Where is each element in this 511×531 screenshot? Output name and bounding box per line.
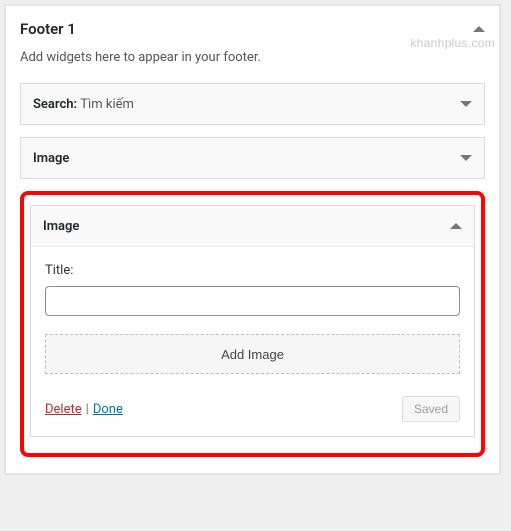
widget-image-open-title: Image — [43, 219, 79, 234]
footer-1-panel: Footer 1 Add widgets here to appear in y… — [5, 5, 500, 474]
widget-image-collapsed: Image — [20, 137, 485, 179]
panel-description: Add widgets here to appear in your foote… — [20, 50, 485, 65]
done-link[interactable]: Done — [93, 402, 123, 417]
add-image-button[interactable]: Add Image — [45, 334, 460, 374]
link-separator: | — [82, 402, 93, 417]
widget-image-open-body: Title: Add Image Delete|Done Saved — [31, 247, 474, 436]
widget-image-open: Image Title: Add Image Delete|Done Saved — [30, 205, 475, 437]
widget-search: Search: Tìm kiếm — [20, 83, 485, 125]
widget-search-header[interactable]: Search: Tìm kiếm — [21, 84, 484, 124]
chevron-up-icon — [473, 26, 485, 32]
widget-image-collapsed-title: Image — [33, 151, 69, 166]
title-field-label: Title: — [45, 263, 460, 278]
highlight-box: Image Title: Add Image Delete|Done Saved — [20, 191, 485, 457]
panel-collapse-toggle[interactable] — [473, 26, 485, 32]
chevron-down-icon — [460, 101, 472, 107]
chevron-up-icon — [450, 223, 462, 229]
widget-search-instance: Tìm kiếm — [80, 97, 134, 112]
delete-link[interactable]: Delete — [45, 402, 82, 417]
title-input[interactable] — [45, 286, 460, 316]
saved-button: Saved — [402, 396, 460, 422]
widget-image-open-header[interactable]: Image — [31, 206, 474, 247]
footer-links: Delete|Done — [45, 402, 123, 417]
panel-title: Footer 1 — [20, 20, 76, 38]
widget-footer-row: Delete|Done Saved — [45, 396, 460, 422]
chevron-down-icon — [460, 155, 472, 161]
widget-image-collapsed-header[interactable]: Image — [21, 138, 484, 178]
widget-search-title: Search: Tìm kiếm — [33, 97, 134, 112]
widget-search-label: Search: — [33, 97, 77, 112]
